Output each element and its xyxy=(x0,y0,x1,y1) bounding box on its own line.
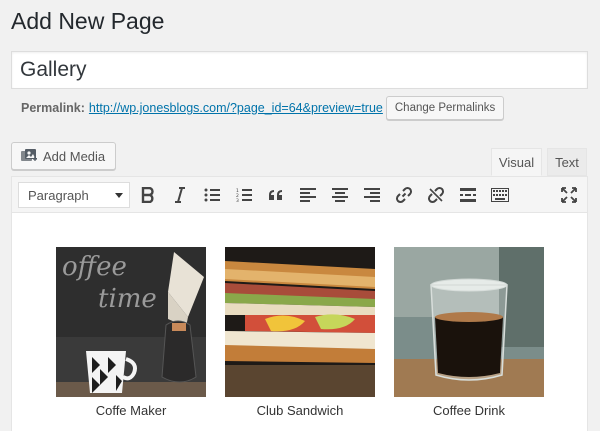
align-left-icon[interactable] xyxy=(294,182,322,208)
align-center-icon[interactable] xyxy=(326,182,354,208)
insert-link-icon[interactable] xyxy=(390,182,418,208)
gallery-item[interactable]: Coffee Drink xyxy=(394,247,544,418)
permalink-row: Permalink: http://wp.jonesblogs.com/?pag… xyxy=(21,95,505,121)
club-sandwich-photo[interactable] xyxy=(225,247,375,397)
permalink-link[interactable]: http://wp.jonesblogs.com/?page_id=64&pre… xyxy=(89,101,383,115)
format-select[interactable]: Paragraph xyxy=(18,182,130,208)
svg-text:time: time xyxy=(98,284,157,314)
content-editor[interactable]: Paragraph 123 offee time Coffe Maker Clu… xyxy=(11,176,588,431)
tab-text[interactable]: Text xyxy=(547,148,587,176)
svg-text:3: 3 xyxy=(236,198,239,202)
italic-icon[interactable] xyxy=(166,182,194,208)
gallery-item[interactable]: offee time Coffe Maker xyxy=(56,247,206,418)
align-right-icon[interactable] xyxy=(358,182,386,208)
remove-link-icon[interactable] xyxy=(422,182,450,208)
add-media-icon xyxy=(20,148,38,164)
bold-icon[interactable] xyxy=(134,182,162,208)
svg-text:offee: offee xyxy=(62,252,127,282)
gallery-caption: Coffee Drink xyxy=(432,403,505,418)
bulleted-list-icon[interactable] xyxy=(198,182,226,208)
editor-toolbar: Paragraph 123 xyxy=(12,177,587,213)
add-media-label: Add Media xyxy=(43,148,106,164)
add-media-button[interactable]: Add Media xyxy=(11,142,117,170)
gallery-caption: Coffe Maker xyxy=(95,403,167,418)
change-permalinks-button[interactable]: Change Permalinks xyxy=(385,96,505,120)
editor-content[interactable]: offee time Coffe Maker Club Sandwich Cof… xyxy=(12,213,587,431)
page-title: Add New Page xyxy=(11,8,165,34)
numbered-list-icon[interactable]: 123 xyxy=(230,182,258,208)
post-title-input[interactable] xyxy=(11,51,588,89)
gallery-item[interactable]: Club Sandwich xyxy=(225,247,375,418)
tab-visual[interactable]: Visual xyxy=(491,148,542,176)
fullscreen-icon[interactable] xyxy=(555,182,583,208)
format-select-value: Paragraph xyxy=(28,187,89,203)
permalink-label: Permalink: xyxy=(21,101,85,115)
toolbar-toggle-icon[interactable] xyxy=(486,182,514,208)
chevron-down-icon xyxy=(115,193,123,198)
read-more-icon[interactable] xyxy=(454,182,482,208)
coffee-maker-photo[interactable]: offee time xyxy=(56,247,206,397)
coffee-drink-photo[interactable] xyxy=(394,247,544,397)
blockquote-icon[interactable] xyxy=(262,182,290,208)
gallery-caption: Club Sandwich xyxy=(256,403,344,418)
